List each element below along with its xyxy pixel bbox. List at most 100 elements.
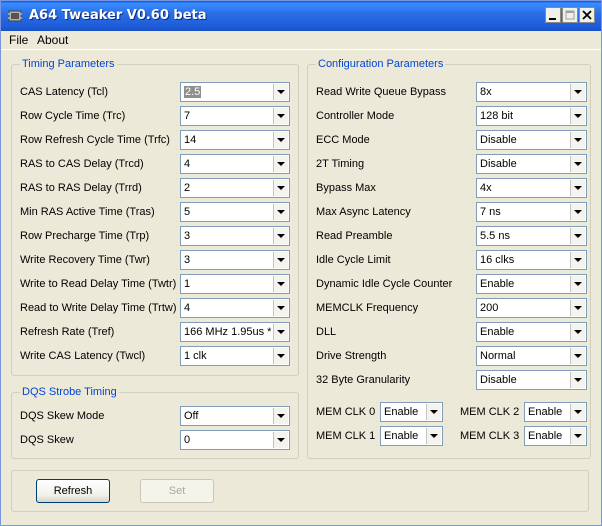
chevron-down-icon[interactable] xyxy=(570,180,585,196)
dll-label: DLL xyxy=(316,326,337,338)
ecc-mode-dropdown[interactable]: Disable xyxy=(476,130,587,150)
chevron-down-icon[interactable] xyxy=(273,180,288,196)
mem-clk-3-value: Enable xyxy=(528,430,563,442)
chevron-down-icon[interactable] xyxy=(426,428,441,444)
chevron-down-icon[interactable] xyxy=(273,300,288,316)
chevron-down-icon[interactable] xyxy=(570,276,585,292)
title-bar: A64 Tweaker V0.60 beta xyxy=(1,1,601,31)
ras-to-cas-delay-trcd-dropdown[interactable]: 4 xyxy=(180,154,290,174)
ras-to-ras-delay-trrd-dropdown[interactable]: 2 xyxy=(180,178,290,198)
chevron-down-icon[interactable] xyxy=(570,156,585,172)
chevron-down-icon[interactable] xyxy=(570,84,585,100)
2t-timing-label: 2T Timing xyxy=(316,158,365,170)
minimize-button[interactable] xyxy=(545,7,561,23)
dqs-skew-dropdown[interactable]: 0 xyxy=(180,430,290,450)
controller-mode-value: 128 bit xyxy=(480,110,514,122)
dynamic-idle-cycle-counter-value: Enable xyxy=(480,278,515,290)
dqs-strobe-title: DQS Strobe Timing xyxy=(20,386,119,398)
chevron-down-icon[interactable] xyxy=(273,408,288,424)
chevron-down-icon[interactable] xyxy=(273,228,288,244)
chevron-down-icon[interactable] xyxy=(570,300,585,316)
dynamic-idle-cycle-counter-label: Dynamic Idle Cycle Counter xyxy=(316,278,453,290)
app-window: A64 Tweaker V0.60 beta File About Timing… xyxy=(0,0,602,526)
refresh-rate-tref-dropdown[interactable]: 166 MHz 1.95us * xyxy=(180,322,290,342)
controller-mode-dropdown[interactable]: 128 bit xyxy=(476,106,587,126)
read-to-write-delay-time-trtw-label: Read to Write Delay Time (Trtw) xyxy=(20,302,177,314)
dqs-skew-label: DQS Skew xyxy=(20,434,74,446)
max-async-latency-label: Max Async Latency xyxy=(316,206,411,218)
chevron-down-icon[interactable] xyxy=(570,348,585,364)
2t-timing-value: Disable xyxy=(480,158,517,170)
chevron-down-icon[interactable] xyxy=(426,404,441,420)
read-to-write-delay-time-trtw-value: 4 xyxy=(184,302,191,314)
read-write-queue-bypass-dropdown[interactable]: 8x xyxy=(476,82,587,102)
max-async-latency-dropdown[interactable]: 7 ns xyxy=(476,202,587,222)
row-cycle-time-trc-dropdown[interactable]: 7 xyxy=(180,106,290,126)
read-preamble-dropdown[interactable]: 5.5 ns xyxy=(476,226,587,246)
2t-timing-dropdown[interactable]: Disable xyxy=(476,154,587,174)
set-button[interactable]: Set xyxy=(140,479,214,503)
chevron-down-icon[interactable] xyxy=(570,428,585,444)
memclk-frequency-dropdown[interactable]: 200 xyxy=(476,298,587,318)
row-precharge-time-trp-value: 3 xyxy=(184,230,191,242)
dll-value: Enable xyxy=(480,326,515,338)
read-write-queue-bypass-value: 8x xyxy=(480,86,492,98)
write-to-read-delay-time-twtr-value: 1 xyxy=(184,278,191,290)
write-cas-latency-twcl-label: Write CAS Latency (Twcl) xyxy=(20,350,146,362)
row-refresh-cycle-time-trfc-dropdown[interactable]: 14 xyxy=(180,130,290,150)
write-recovery-time-twr-dropdown[interactable]: 3 xyxy=(180,250,290,270)
timing-parameters-title: Timing Parameters xyxy=(20,58,117,70)
refresh-button[interactable]: Refresh xyxy=(36,479,110,503)
read-preamble-label: Read Preamble xyxy=(316,230,393,242)
configuration-parameters-title: Configuration Parameters xyxy=(316,58,446,70)
write-recovery-time-twr-value: 3 xyxy=(184,254,191,266)
drive-strength-dropdown[interactable]: Normal xyxy=(476,346,587,366)
dynamic-idle-cycle-counter-dropdown[interactable]: Enable xyxy=(476,274,587,294)
chevron-down-icon[interactable] xyxy=(273,132,288,148)
chevron-down-icon[interactable] xyxy=(570,324,585,340)
read-preamble-value: 5.5 ns xyxy=(480,230,510,242)
chevron-down-icon[interactable] xyxy=(273,204,288,220)
chevron-down-icon[interactable] xyxy=(570,228,585,244)
menu-file[interactable]: File xyxy=(9,33,28,47)
refresh-rate-tref-value: 166 MHz 1.95us * xyxy=(184,326,272,338)
chevron-down-icon[interactable] xyxy=(570,108,585,124)
chevron-down-icon[interactable] xyxy=(273,348,288,364)
bypass-max-value: 4x xyxy=(480,182,492,194)
drive-strength-value: Normal xyxy=(480,350,516,362)
chevron-down-icon[interactable] xyxy=(570,132,585,148)
idle-cycle-limit-dropdown[interactable]: 16 clks xyxy=(476,250,587,270)
maximize-button[interactable] xyxy=(562,7,578,23)
mem-clk-1-dropdown[interactable]: Enable xyxy=(380,426,443,446)
mem-clk-0-dropdown[interactable]: Enable xyxy=(380,402,443,422)
32-byte-granularity-dropdown[interactable]: Disable xyxy=(476,370,587,390)
row-cycle-time-trc-value: 7 xyxy=(184,110,191,122)
chevron-down-icon[interactable] xyxy=(273,156,288,172)
dqs-skew-mode-dropdown[interactable]: Off xyxy=(180,406,290,426)
write-cas-latency-twcl-dropdown[interactable]: 1 clk xyxy=(180,346,290,366)
mem-clk-3-dropdown[interactable]: Enable xyxy=(524,426,587,446)
chevron-down-icon[interactable] xyxy=(570,404,585,420)
ecc-mode-label: ECC Mode xyxy=(316,134,370,146)
chevron-down-icon[interactable] xyxy=(570,372,585,388)
chevron-down-icon[interactable] xyxy=(570,204,585,220)
menu-about[interactable]: About xyxy=(37,33,68,47)
window-title: A64 Tweaker V0.60 beta xyxy=(29,8,207,23)
row-refresh-cycle-time-trfc-value: 14 xyxy=(184,134,197,146)
mem-clk-2-dropdown[interactable]: Enable xyxy=(524,402,587,422)
chevron-down-icon[interactable] xyxy=(273,84,288,100)
chevron-down-icon[interactable] xyxy=(273,276,288,292)
chevron-down-icon[interactable] xyxy=(273,324,288,340)
chevron-down-icon[interactable] xyxy=(273,252,288,268)
dll-dropdown[interactable]: Enable xyxy=(476,322,587,342)
chevron-down-icon[interactable] xyxy=(570,252,585,268)
chevron-down-icon[interactable] xyxy=(273,432,288,448)
close-button[interactable] xyxy=(579,7,595,23)
cas-latency-tcl-dropdown[interactable]: 2.5 xyxy=(180,82,290,102)
min-ras-active-time-tras-dropdown[interactable]: 5 xyxy=(180,202,290,222)
write-to-read-delay-time-twtr-dropdown[interactable]: 1 xyxy=(180,274,290,294)
row-precharge-time-trp-dropdown[interactable]: 3 xyxy=(180,226,290,246)
chevron-down-icon[interactable] xyxy=(273,108,288,124)
bypass-max-dropdown[interactable]: 4x xyxy=(476,178,587,198)
read-to-write-delay-time-trtw-dropdown[interactable]: 4 xyxy=(180,298,290,318)
